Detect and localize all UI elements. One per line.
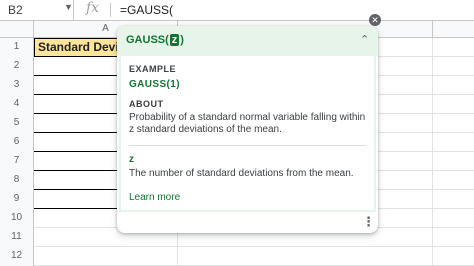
row-number[interactable]: 1 — [0, 38, 34, 57]
row-number[interactable]: 3 — [0, 76, 34, 95]
learn-more-link[interactable]: Learn more — [129, 192, 180, 203]
row-number[interactable]: 12 — [0, 247, 34, 266]
name-box-value: B2 — [8, 3, 23, 17]
example-heading: EXAMPLE — [129, 64, 177, 74]
row-number[interactable]: 11 — [0, 228, 34, 247]
parameter-name: z — [129, 154, 135, 165]
chevron-up-icon[interactable]: ⌃ — [360, 33, 369, 46]
formula-divider — [110, 3, 111, 17]
cell[interactable] — [178, 247, 433, 266]
row-number[interactable]: 2 — [0, 57, 34, 76]
popup-header[interactable]: GAUSS(z) ⌃ — [117, 26, 378, 56]
function-name: GAUSS( — [126, 34, 169, 46]
closing-paren: ) — [180, 34, 184, 46]
select-all-corner[interactable] — [0, 21, 34, 37]
close-icon[interactable]: ✕ — [369, 14, 381, 26]
popup-body-frame: EXAMPLE GAUSS(1) ABOUT Probability of a … — [119, 56, 376, 212]
more-options-icon[interactable]: ⋮ — [362, 214, 375, 230]
popup-content: EXAMPLE GAUSS(1) ABOUT Probability of a … — [121, 56, 374, 210]
active-argument: z — [169, 34, 180, 46]
formula-input[interactable]: =GAUSS( — [120, 3, 173, 17]
row-number[interactable]: 6 — [0, 133, 34, 152]
table-row: 12 — [0, 247, 474, 266]
parameter-description: The number of standard deviations from t… — [129, 168, 354, 179]
row-number[interactable]: 8 — [0, 171, 34, 190]
function-signature: GAUSS(z) — [126, 34, 184, 46]
divider — [129, 145, 366, 146]
formula-bar: B2 ▼ fx =GAUSS( — [0, 0, 474, 21]
fx-icon: fx — [86, 0, 100, 16]
about-heading: ABOUT — [129, 99, 164, 109]
example-code: GAUSS(1) — [129, 79, 180, 90]
function-help-popup: GAUSS(z) ⌃ EXAMPLE GAUSS(1) ABOUT Probab… — [117, 26, 378, 233]
row-number[interactable]: 5 — [0, 114, 34, 133]
row-number[interactable]: 10 — [0, 209, 34, 228]
row-number[interactable]: 7 — [0, 152, 34, 171]
row-number[interactable]: 9 — [0, 190, 34, 209]
row-number[interactable]: 4 — [0, 95, 34, 114]
column-header-c[interactable] — [433, 21, 474, 37]
cell[interactable] — [34, 247, 178, 266]
about-text: Probability of a standard normal variabl… — [129, 112, 366, 135]
name-box-dropdown-icon[interactable]: ▼ — [64, 2, 73, 12]
name-box[interactable]: B2 ▼ — [0, 0, 74, 20]
